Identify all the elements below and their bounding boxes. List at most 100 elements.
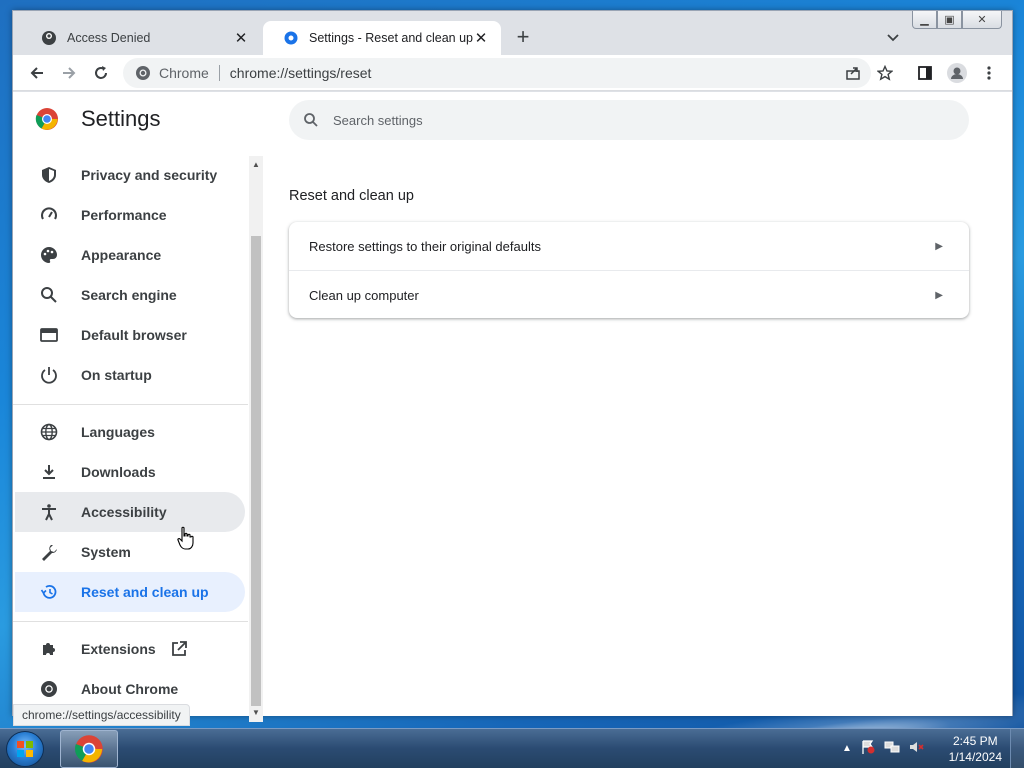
close-icon[interactable]: ✕ bbox=[233, 29, 249, 47]
wrench-icon bbox=[39, 542, 59, 562]
forward-arrow-icon bbox=[63, 67, 76, 79]
network-icon[interactable] bbox=[884, 739, 900, 758]
show-desktop-button[interactable] bbox=[1010, 729, 1024, 768]
start-button[interactable] bbox=[6, 731, 44, 767]
site-label: Chrome bbox=[159, 65, 209, 81]
settings-page: Settings Search settings Privacy and sec… bbox=[13, 92, 1012, 726]
arrow-right-icon: ▶ bbox=[935, 289, 943, 301]
tab-title: Access Denied bbox=[67, 31, 151, 45]
sidebar-item-label: Languages bbox=[81, 424, 155, 440]
show-hidden-icons-icon[interactable]: ▲ bbox=[842, 743, 852, 754]
sidebar-item-label: Privacy and security bbox=[81, 167, 218, 183]
sidebar-divider bbox=[13, 404, 248, 405]
sidebar-item-label: Reset and clean up bbox=[81, 584, 209, 600]
omnibox-divider bbox=[218, 65, 220, 81]
sidebar-item-privacy[interactable]: Privacy and security bbox=[15, 155, 245, 195]
taskbar-chrome-button[interactable] bbox=[60, 730, 118, 768]
volume-muted-icon[interactable] bbox=[908, 739, 924, 758]
chrome-window: ▁ ▣ ✕ Access Denied ✕ Settings - Reset a… bbox=[12, 10, 1013, 726]
open-in-new-icon bbox=[170, 640, 188, 658]
status-url-bubble: chrome://settings/accessibility bbox=[13, 704, 190, 726]
row-label: Restore settings to their original defau… bbox=[309, 238, 541, 254]
sidebar-item-label: Appearance bbox=[81, 247, 162, 263]
side-panel-icon[interactable] bbox=[915, 63, 935, 83]
system-tray: ▲ bbox=[842, 739, 924, 758]
sidebar-item-search-engine[interactable]: Search engine bbox=[15, 275, 245, 315]
tab-settings[interactable]: Settings - Reset and clean up ✕ bbox=[263, 21, 501, 55]
sidebar-item-label: Downloads bbox=[81, 464, 156, 480]
sidebar-item-label: Extensions bbox=[81, 641, 156, 657]
globe-icon bbox=[39, 422, 59, 442]
sidebar-item-extensions[interactable]: Extensions bbox=[15, 629, 245, 669]
search-icon bbox=[39, 285, 59, 305]
chrome-icon bbox=[135, 65, 151, 81]
star-icon[interactable] bbox=[875, 63, 895, 83]
accessibility-icon bbox=[39, 502, 59, 522]
hand-cursor-icon bbox=[176, 526, 196, 550]
reload-button[interactable] bbox=[89, 61, 113, 85]
sidebar-item-default-browser[interactable]: Default browser bbox=[15, 315, 245, 355]
address-bar[interactable]: Chrome chrome://settings/reset bbox=[123, 58, 871, 88]
window-controls: ▁ ▣ ✕ bbox=[912, 11, 1002, 29]
new-tab-button[interactable]: + bbox=[511, 25, 535, 49]
sidebar-item-appearance[interactable]: Appearance bbox=[15, 235, 245, 275]
restore-defaults-row[interactable]: Restore settings to their original defau… bbox=[289, 222, 969, 270]
history-icon bbox=[39, 582, 59, 602]
scroll-down-icon[interactable]: ▼ bbox=[252, 708, 260, 717]
taskbar: ▲ 2:45 PM 1/14/2024 bbox=[0, 728, 1024, 768]
palette-icon bbox=[39, 245, 59, 265]
clean-up-computer-row[interactable]: Clean up computer ▶ bbox=[289, 271, 969, 319]
sidebar-item-on-startup[interactable]: On startup bbox=[15, 355, 245, 395]
settings-header: Settings bbox=[35, 106, 161, 132]
sidebar-item-languages[interactable]: Languages bbox=[15, 412, 245, 452]
chrome-icon bbox=[39, 679, 59, 699]
back-button[interactable] bbox=[25, 61, 49, 85]
tab-access-denied[interactable]: Access Denied ✕ bbox=[21, 21, 261, 55]
row-label: Clean up computer bbox=[309, 287, 419, 303]
minimize-button[interactable]: ▁ bbox=[912, 11, 937, 29]
scroll-up-icon[interactable]: ▲ bbox=[252, 160, 260, 169]
section-title: Reset and clean up bbox=[289, 188, 414, 204]
incognito-icon bbox=[41, 30, 57, 46]
maximize-button[interactable]: ▣ bbox=[937, 11, 962, 29]
sidebar-item-system[interactable]: System bbox=[15, 532, 245, 572]
share-icon[interactable] bbox=[843, 63, 863, 83]
sidebar-item-performance[interactable]: Performance bbox=[15, 195, 245, 235]
sidebar-item-label: On startup bbox=[81, 367, 152, 383]
reset-card: Restore settings to their original defau… bbox=[289, 222, 969, 318]
action-center-flag-icon[interactable] bbox=[860, 739, 876, 758]
close-window-button[interactable]: ✕ bbox=[962, 11, 1002, 29]
forward-button[interactable] bbox=[57, 61, 81, 85]
more-menu-icon[interactable] bbox=[979, 63, 999, 83]
download-icon bbox=[39, 462, 59, 482]
clock-time: 2:45 PM bbox=[952, 734, 998, 748]
toolbar: Chrome chrome://settings/reset bbox=[13, 55, 1012, 91]
sidebar-item-reset[interactable]: Reset and clean up bbox=[15, 572, 245, 612]
sidebar-scrollbar[interactable]: ▲ ▼ bbox=[249, 156, 263, 722]
sidebar-item-label: Search engine bbox=[81, 287, 177, 303]
power-icon bbox=[39, 365, 59, 385]
shield-icon bbox=[39, 165, 59, 185]
search-icon bbox=[303, 112, 319, 128]
clock-date: 1/14/2024 bbox=[948, 750, 1002, 764]
reload-icon bbox=[95, 66, 107, 79]
sidebar-item-downloads[interactable]: Downloads bbox=[15, 452, 245, 492]
sidebar-item-label: System bbox=[81, 544, 131, 560]
search-settings-input[interactable]: Search settings bbox=[289, 100, 969, 140]
speedometer-icon bbox=[39, 205, 59, 225]
title-bar: ▁ ▣ ✕ Access Denied ✕ Settings - Reset a… bbox=[13, 11, 1012, 55]
sidebar-item-about[interactable]: About Chrome bbox=[15, 669, 245, 709]
url-text: chrome://settings/reset bbox=[229, 65, 372, 81]
settings-sidebar: Privacy and security Performance Appeara… bbox=[13, 152, 248, 716]
clock[interactable]: 2:45 PM 1/14/2024 bbox=[949, 733, 1002, 765]
sidebar-item-label: About Chrome bbox=[81, 681, 179, 697]
tab-title: Settings - Reset and clean up bbox=[309, 31, 473, 45]
sidebar-item-label: Accessibility bbox=[81, 504, 167, 520]
puzzle-icon bbox=[39, 639, 59, 659]
sidebar-divider bbox=[13, 621, 248, 622]
close-icon[interactable]: ✕ bbox=[473, 29, 489, 47]
chevron-down-icon[interactable] bbox=[885, 29, 901, 45]
scrollbar-thumb[interactable] bbox=[251, 236, 261, 706]
sidebar-item-accessibility[interactable]: Accessibility bbox=[15, 492, 245, 532]
profile-icon[interactable] bbox=[947, 63, 967, 83]
